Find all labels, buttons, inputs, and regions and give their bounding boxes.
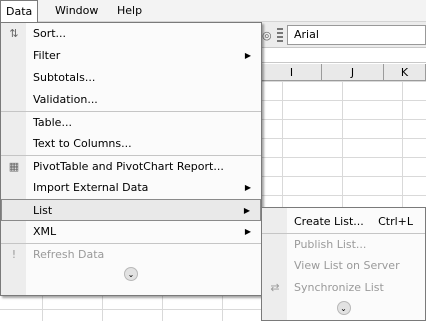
menu-item-create-list[interactable]: Create List... Ctrl+L [262, 211, 425, 233]
menu-item-synchronize-list-label: Synchronize List [294, 281, 384, 294]
menu-item-text-to-columns[interactable]: Text to Columns... [1, 133, 261, 155]
submenu-arrow-icon: ▶ [244, 227, 251, 236]
menu-item-xml-label: XML [33, 225, 57, 238]
sync-icon: ⇄ [270, 281, 280, 294]
menu-item-list-label: List [33, 204, 53, 217]
menu-item-validation-label: Validation... [33, 93, 98, 106]
column-header-j-label: J [350, 66, 355, 79]
menu-help-label: Help [117, 4, 143, 17]
menu-item-table[interactable]: Table... [1, 111, 261, 133]
list-submenu: Create List... Ctrl+L Publish List... Vi… [261, 207, 426, 321]
column-header-j[interactable]: J [322, 64, 384, 81]
menu-window-label: Window [55, 4, 99, 17]
menu-item-publish-list[interactable]: Publish List... [262, 233, 425, 255]
menu-item-text-to-columns-label: Text to Columns... [33, 137, 132, 150]
chevron-double-down-icon: ⌄ [336, 301, 351, 315]
menu-item-sort[interactable]: ⇅ Sort... [1, 23, 261, 45]
menu-item-filter-label: Filter [33, 49, 61, 62]
menu-item-publish-list-label: Publish List... [294, 238, 367, 251]
data-menu: ⇅ Sort... Filter ▶ Subtotals... Validati… [0, 22, 262, 296]
menu-item-import-external-data-label: Import External Data [33, 181, 149, 194]
menu-item-subtotals-label: Subtotals... [33, 71, 96, 84]
sort-ascending-icon: ⇅ [9, 27, 19, 40]
pivot-table-icon: ▦ [8, 160, 20, 173]
font-name-value: Arial [294, 28, 319, 41]
menu-item-view-list-on-server[interactable]: View List on Server [262, 255, 425, 277]
help-icon[interactable]: ◎ [262, 29, 272, 42]
submenu-arrow-icon: ▶ [244, 51, 251, 60]
menu-bar: Data Window Help [0, 0, 426, 23]
menu-item-pivottable-label: PivotTable and PivotChart Report... [33, 160, 224, 173]
expand-menu-button[interactable]: ⌄ [1, 265, 261, 285]
menu-data[interactable]: Data [0, 0, 39, 23]
menu-item-synchronize-list[interactable]: ⇄ Synchronize List [262, 277, 425, 299]
menu-item-sort-label: Sort... [33, 27, 67, 40]
menu-item-create-list-label: Create List... [294, 215, 364, 228]
menu-item-create-list-shortcut: Ctrl+L [378, 215, 413, 228]
menu-item-subtotals[interactable]: Subtotals... [1, 67, 261, 89]
submenu-arrow-icon: ▶ [244, 183, 251, 192]
menu-item-refresh-data[interactable]: ! Refresh Data [1, 243, 261, 265]
menu-item-filter[interactable]: Filter ▶ [1, 45, 261, 67]
menu-data-label: Data [6, 5, 33, 18]
chevron-double-down-icon: ⌄ [124, 267, 138, 281]
refresh-icon: ! [11, 248, 17, 261]
menu-item-validation[interactable]: Validation... [1, 89, 261, 111]
menu-item-pivottable[interactable]: ▦ PivotTable and PivotChart Report... [1, 155, 261, 177]
font-name-box[interactable]: Arial [287, 25, 426, 45]
column-header-k-label: K [400, 66, 409, 79]
menu-item-list[interactable]: List ▶ [1, 199, 261, 221]
menu-item-table-label: Table... [33, 116, 72, 129]
column-header-i[interactable]: I [262, 64, 322, 81]
submenu-arrow-icon: ▶ [243, 206, 250, 215]
column-header-k[interactable]: K [384, 64, 426, 81]
menu-window[interactable]: Window [50, 0, 103, 22]
menu-item-view-list-on-server-label: View List on Server [294, 259, 400, 272]
menu-item-xml[interactable]: XML ▶ [1, 221, 261, 243]
toolbar-grip[interactable] [277, 28, 283, 44]
menu-item-import-external-data[interactable]: Import External Data ▶ [1, 177, 261, 199]
column-header-i-label: I [289, 66, 294, 79]
menu-help[interactable]: Help [112, 0, 147, 22]
expand-submenu-button[interactable]: ⌄ [262, 299, 425, 319]
menu-item-refresh-data-label: Refresh Data [33, 248, 105, 261]
